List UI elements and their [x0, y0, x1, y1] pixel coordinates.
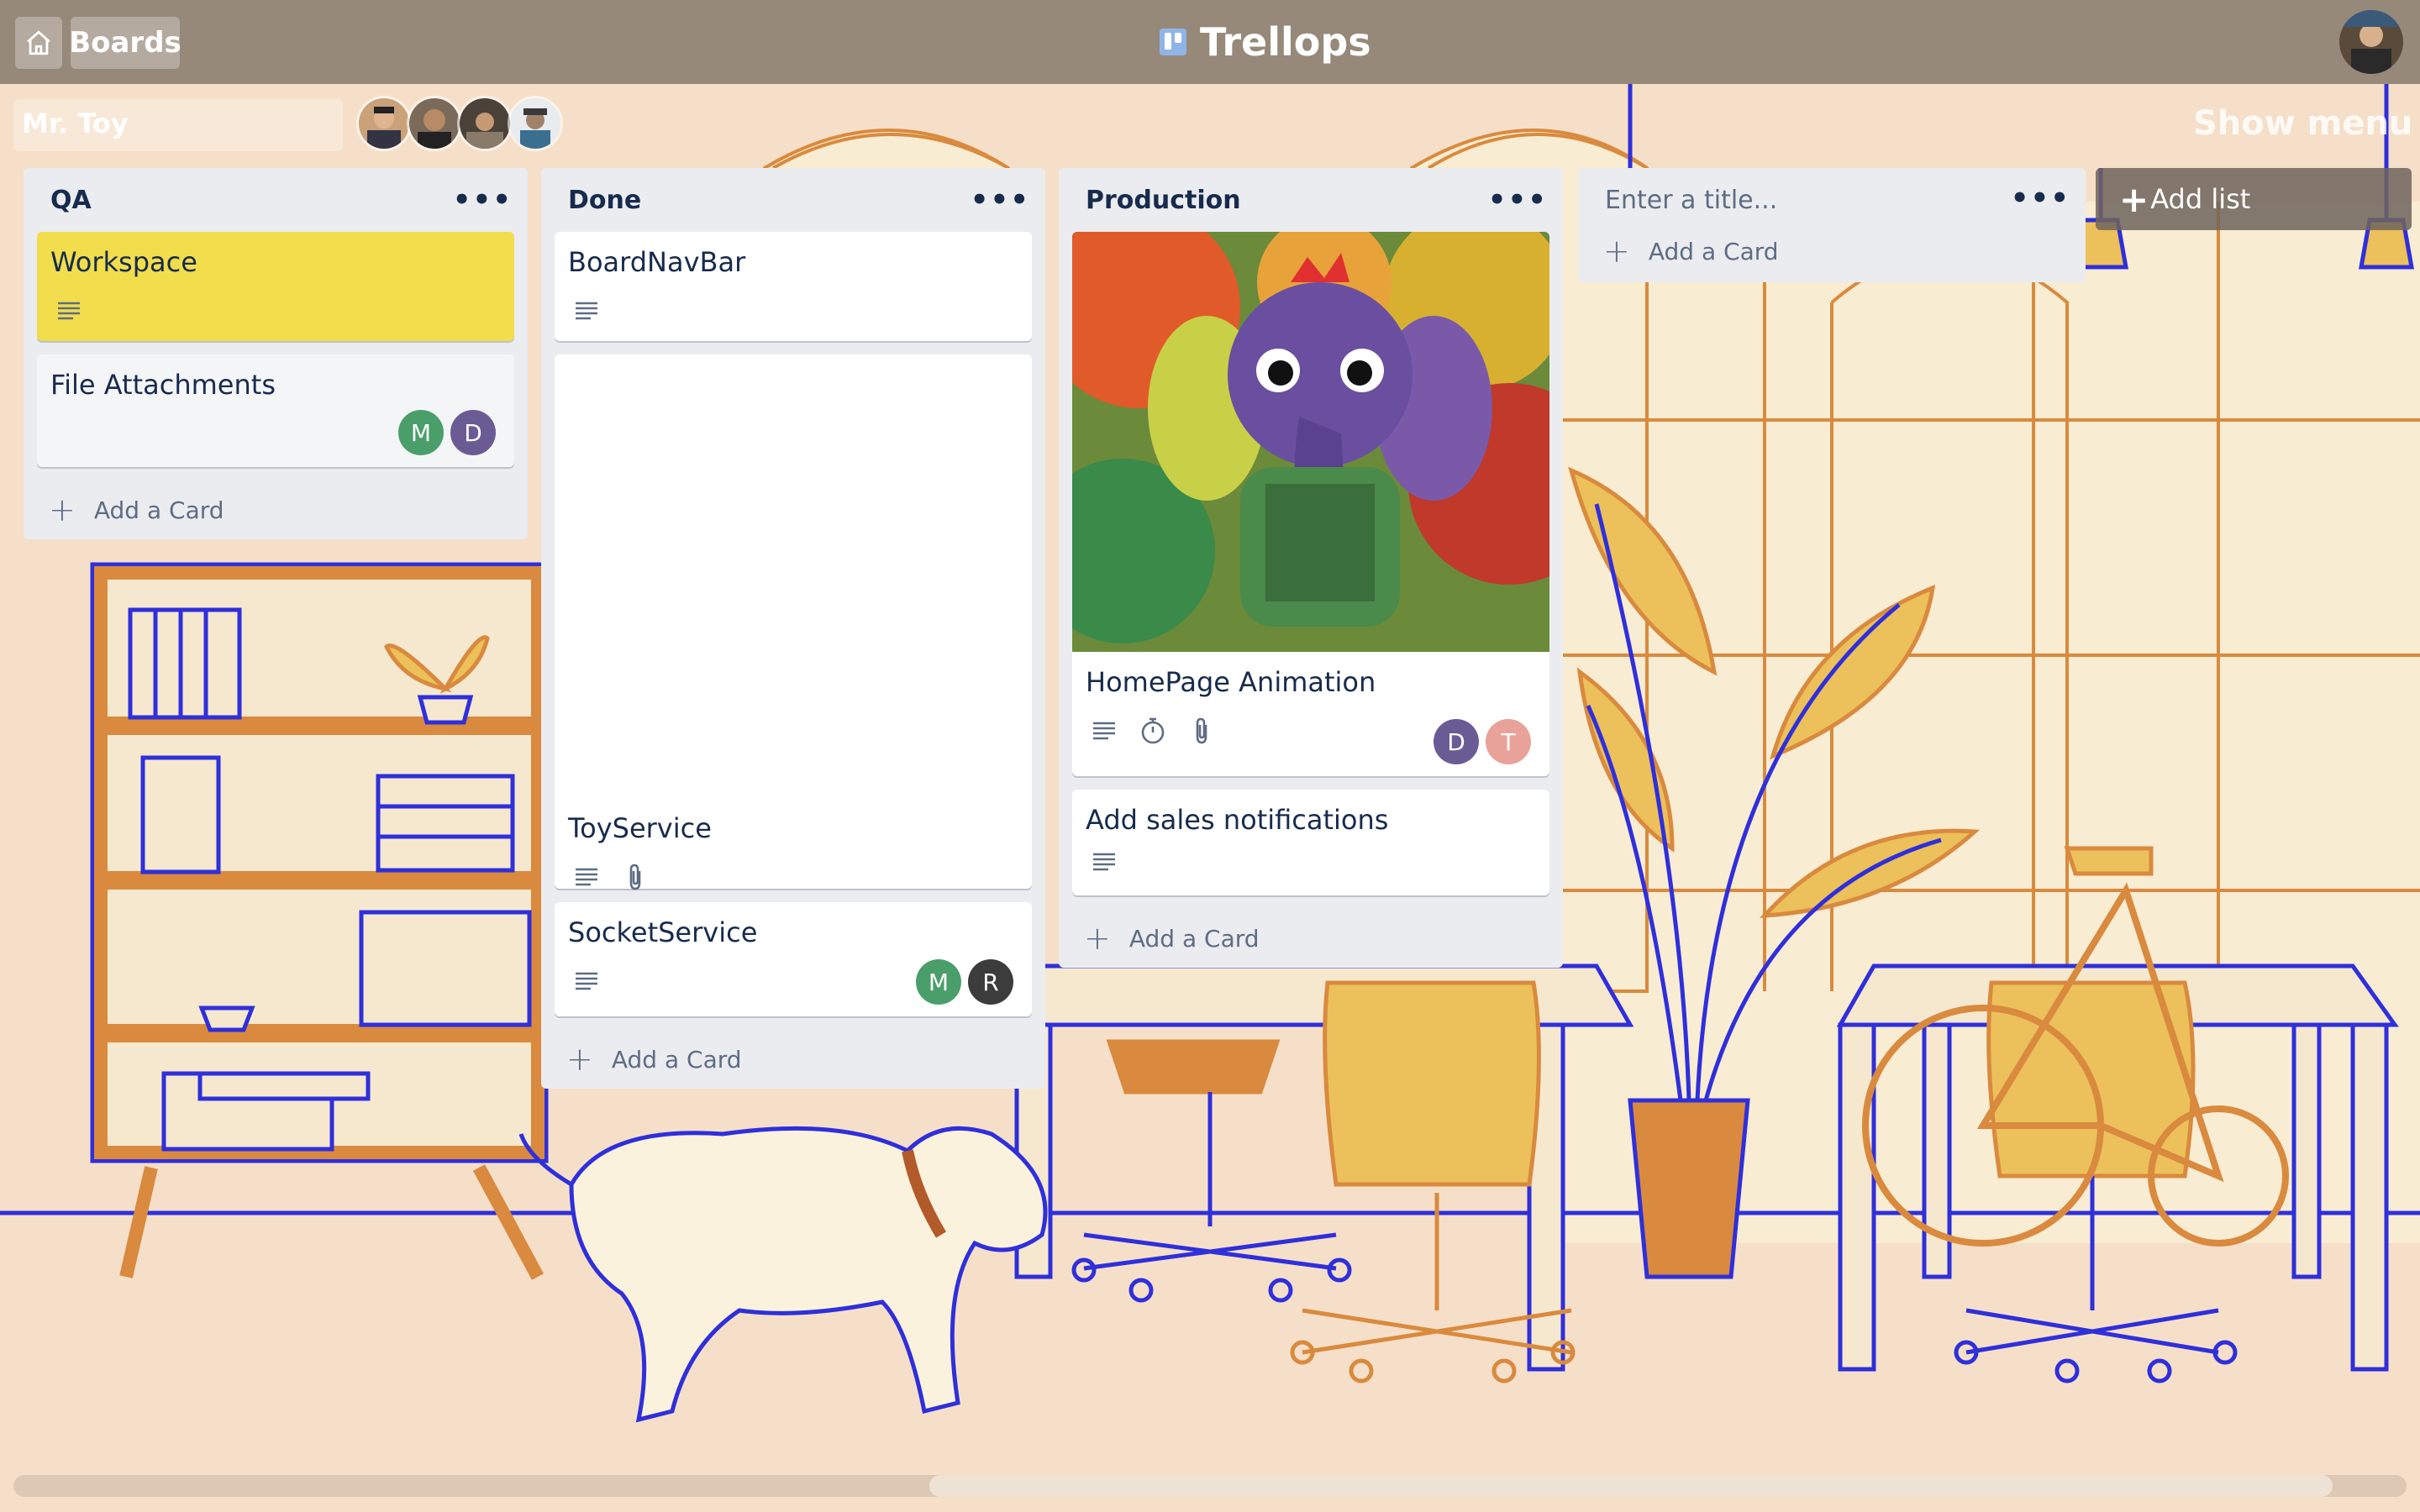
card-members: M R: [909, 959, 1013, 1005]
card-container: BoardNavBar ToyService SocketService M R: [541, 232, 1045, 1016]
card-badges: [1086, 843, 1536, 880]
card-title: HomePage Animation: [1086, 666, 1376, 698]
card-title: SocketService: [568, 916, 758, 948]
boards-button[interactable]: Boards: [69, 17, 182, 69]
add-card-button[interactable]: + Add a Card: [1059, 909, 1563, 968]
card-title: ToyService: [568, 812, 712, 844]
new-list: ••• + Add a Card: [1578, 168, 2086, 282]
add-card-button[interactable]: + Add a Card: [541, 1030, 1045, 1089]
description-icon: [1086, 843, 1123, 880]
list-menu-button[interactable]: •••: [2011, 181, 2070, 215]
show-menu-button[interactable]: Show menu: [2193, 104, 2412, 143]
paperclip-icon: [1183, 712, 1220, 749]
list-menu-button[interactable]: •••: [453, 183, 513, 217]
member-badge[interactable]: D: [450, 410, 496, 455]
card-container: Workspace File Attachments M D: [24, 232, 528, 467]
card-file-attachments[interactable]: File Attachments M D: [37, 354, 514, 467]
card-title: File Attachments: [50, 369, 276, 401]
add-card-button[interactable]: + Add a Card: [1578, 222, 1779, 281]
member-avatar[interactable]: [457, 96, 513, 151]
card-title: Add sales notifications: [1086, 804, 1389, 836]
description-icon: [568, 292, 605, 329]
list-menu-button[interactable]: •••: [1488, 183, 1548, 217]
card-homepage-animation[interactable]: HomePage Animation D T: [1072, 232, 1549, 776]
paperclip-icon: [617, 858, 654, 895]
plus-icon: +: [49, 491, 76, 528]
list-header: QA •••: [24, 168, 528, 232]
plus-icon: +: [2119, 178, 2149, 220]
plus-icon: +: [1603, 233, 1630, 270]
list-header: Production •••: [1059, 168, 1563, 232]
card-boardnavbar[interactable]: BoardNavBar: [555, 232, 1032, 341]
list-title[interactable]: Production: [1086, 186, 1241, 215]
card-title: BoardNavBar: [568, 246, 746, 278]
board-title[interactable]: Mr. Toy: [13, 99, 343, 151]
home-button[interactable]: [15, 17, 62, 69]
list-title[interactable]: QA: [50, 186, 92, 215]
description-icon: [568, 963, 605, 1000]
app-name: Trellops: [1200, 19, 1371, 65]
top-nav-bar: Boards Trellops: [0, 0, 2420, 84]
member-badge[interactable]: T: [1486, 719, 1531, 764]
horizontal-scrollbar[interactable]: [13, 1475, 2407, 1497]
description-icon: [1086, 712, 1123, 749]
add-card-button[interactable]: + Add a Card: [24, 480, 528, 539]
home-icon: [27, 30, 50, 55]
member-badge[interactable]: M: [398, 410, 444, 455]
description-icon: [568, 858, 605, 895]
add-card-label: Add a Card: [93, 496, 224, 524]
member-avatar[interactable]: [508, 96, 563, 151]
card-add-sales-notifications[interactable]: Add sales notifications: [1072, 790, 1549, 895]
list-header: Done •••: [541, 168, 1045, 232]
card-container: HomePage Animation D T Add sales notific…: [1059, 232, 1563, 895]
stopwatch-icon: [1134, 712, 1171, 749]
member-avatar[interactable]: [356, 96, 412, 151]
card-cover-image: [1072, 232, 1549, 652]
card-title: Workspace: [50, 246, 197, 278]
card-badges: [568, 292, 1018, 329]
list-production: Production ••• HomePage Animation D T Ad…: [1059, 168, 1563, 968]
add-list-button[interactable]: + Add list: [2096, 168, 2412, 230]
card-members: M D: [392, 410, 496, 455]
add-card-label: Add a Card: [1128, 924, 1260, 953]
card-badges: [50, 292, 501, 329]
member-badge[interactable]: R: [968, 959, 1013, 1005]
list-qa: QA ••• Workspace File Attachments M D + …: [24, 168, 528, 539]
add-card-label: Add a Card: [611, 1045, 742, 1074]
card-toyservice[interactable]: ToyService: [555, 354, 1032, 890]
description-icon: [50, 292, 87, 329]
card-badges: [568, 858, 1018, 895]
list-menu-button[interactable]: •••: [971, 183, 1030, 217]
add-card-label: Add a Card: [1648, 237, 1779, 265]
list-title-input[interactable]: [1605, 183, 2008, 217]
list-done: Done ••• BoardNavBar ToyService SocketSe…: [541, 168, 1045, 1089]
app-logo[interactable]: Trellops: [1160, 17, 1371, 67]
member-avatar[interactable]: [407, 96, 462, 151]
plus-icon: +: [566, 1041, 593, 1078]
trello-logo-icon: [1160, 29, 1186, 55]
card-workspace[interactable]: Workspace: [37, 232, 514, 341]
scrollbar-thumb[interactable]: [929, 1475, 2333, 1497]
current-user-avatar[interactable]: [2339, 10, 2403, 74]
plus-icon: +: [1084, 920, 1111, 957]
card-socketservice[interactable]: SocketService M R: [555, 902, 1032, 1016]
member-badge[interactable]: M: [916, 959, 961, 1005]
add-list-label: Add list: [2150, 183, 2251, 215]
card-members: D T: [1427, 719, 1531, 764]
member-badge[interactable]: D: [1434, 719, 1479, 764]
list-title[interactable]: Done: [568, 186, 641, 215]
board-members: [356, 96, 563, 151]
